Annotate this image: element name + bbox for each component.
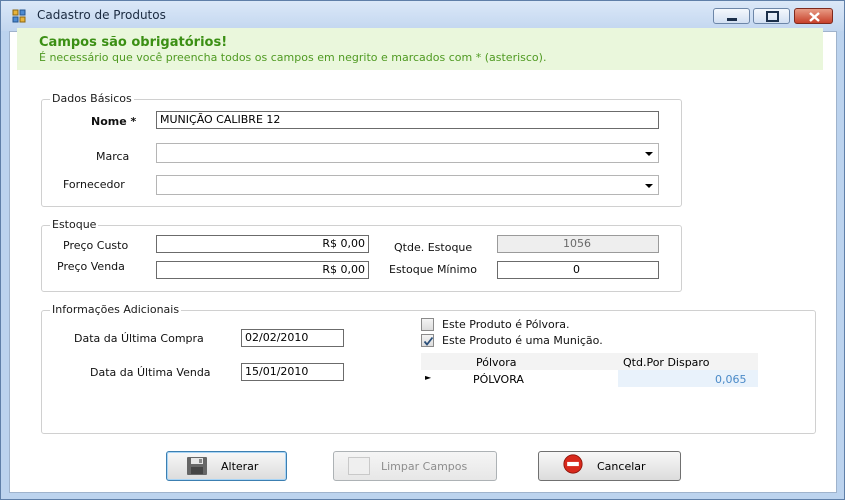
floppy-disk-icon bbox=[187, 457, 207, 475]
chevron-down-icon bbox=[645, 152, 653, 156]
fornecedor-combobox[interactable] bbox=[156, 175, 659, 195]
chevron-down-icon bbox=[645, 184, 653, 188]
cancel-icon bbox=[563, 454, 583, 474]
qtde-estoque-input: 1056 bbox=[497, 235, 659, 253]
grid-column-polvora[interactable]: Pólvora bbox=[476, 356, 517, 369]
limpar-campos-label: Limpar Campos bbox=[381, 460, 468, 473]
grid-cell-qtd[interactable]: 0,065 bbox=[715, 373, 747, 386]
dados-basicos-legend: Dados Básicos bbox=[50, 92, 134, 105]
estoque-legend: Estoque bbox=[50, 218, 99, 231]
marca-combobox[interactable] bbox=[156, 143, 659, 163]
fornecedor-label: Fornecedor bbox=[63, 178, 125, 191]
required-fields-banner: Campos são obrigatórios! É necessário qu… bbox=[17, 28, 823, 70]
ultima-venda-label: Data da Última Venda bbox=[90, 366, 211, 379]
title-bar[interactable]: Cadastro de Produtos bbox=[1, 1, 844, 31]
municao-checkbox[interactable] bbox=[421, 334, 434, 347]
banner-text: É necessário que você preencha todos os … bbox=[39, 51, 547, 64]
informacoes-adicionais-legend: Informações Adicionais bbox=[50, 303, 182, 316]
alterar-label: Alterar bbox=[221, 460, 259, 473]
estoque-minimo-input[interactable]: 0 bbox=[497, 261, 659, 279]
nome-input[interactable]: MUNIÇÃO CALIBRE 12 bbox=[156, 111, 659, 129]
grid-cell-polvora[interactable]: PÓLVORA bbox=[473, 373, 524, 386]
app-icon bbox=[12, 9, 26, 23]
window-title: Cadastro de Produtos bbox=[37, 8, 166, 22]
row-selector-icon: ► bbox=[425, 373, 432, 382]
cancelar-button[interactable]: Cancelar bbox=[538, 451, 681, 481]
limpar-icon bbox=[348, 457, 370, 475]
qtde-estoque-label: Qtde. Estoque bbox=[394, 241, 473, 254]
maximize-icon bbox=[766, 11, 779, 22]
cadastro-produtos-window: Cadastro de Produtos Campos são obrigató… bbox=[0, 0, 845, 500]
alterar-button[interactable]: Alterar bbox=[166, 451, 287, 481]
preco-custo-input[interactable]: R$ 0,00 bbox=[156, 235, 369, 253]
nome-label: Nome * bbox=[91, 115, 137, 128]
maximize-button[interactable] bbox=[753, 8, 790, 24]
polvora-checkbox-label[interactable]: Este Produto é Pólvora. bbox=[442, 318, 570, 331]
banner-title: Campos são obrigatórios! bbox=[39, 35, 228, 50]
preco-custo-label: Preço Custo bbox=[63, 239, 129, 252]
limpar-campos-button[interactable]: Limpar Campos bbox=[333, 451, 497, 481]
preco-venda-input[interactable]: R$ 0,00 bbox=[156, 261, 369, 279]
cancelar-label: Cancelar bbox=[597, 460, 646, 473]
municao-checkbox-label[interactable]: Este Produto é uma Munição. bbox=[442, 334, 603, 347]
close-icon bbox=[809, 12, 820, 22]
minimize-icon bbox=[727, 18, 737, 21]
grid-column-qtd-por-disparo[interactable]: Qtd.Por Disparo bbox=[623, 356, 709, 369]
ultima-compra-input[interactable]: 02/02/2010 bbox=[241, 329, 344, 347]
ultima-venda-input[interactable]: 15/01/2010 bbox=[241, 363, 344, 381]
preco-venda-label: Preço Venda bbox=[57, 260, 125, 273]
marca-label: Marca bbox=[96, 150, 130, 163]
estoque-minimo-label: Estoque Mínimo bbox=[389, 263, 477, 276]
ultima-compra-label: Data da Última Compra bbox=[74, 332, 204, 345]
close-button[interactable] bbox=[794, 8, 833, 24]
polvora-checkbox[interactable] bbox=[421, 318, 434, 331]
minimize-button[interactable] bbox=[713, 8, 750, 24]
checkmark-icon bbox=[423, 336, 434, 346]
